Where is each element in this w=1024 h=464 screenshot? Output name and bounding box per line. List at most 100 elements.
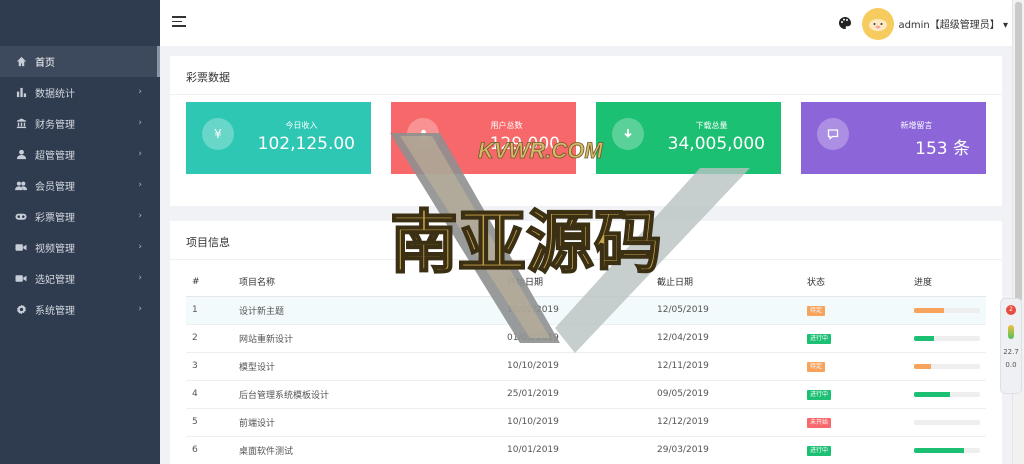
stat-value: 129,000 xyxy=(489,134,560,154)
table-row[interactable]: 5 前端设计 10/10/2019 12/12/2019 未开始 xyxy=(186,408,986,437)
row-number: 3 xyxy=(186,352,233,381)
sidebar-item[interactable]: 视频管理 › xyxy=(0,232,160,263)
progress-cell xyxy=(908,324,986,353)
panel-title: 彩票数据 xyxy=(186,71,230,84)
project-info-panel: 项目信息 # 项目名称 开始日期 截止日期 状态 进度 1 设计新主题 10/02/2019 1… xyxy=(170,221,1002,464)
progress-fill xyxy=(914,335,934,341)
status-badge: 待定 xyxy=(807,361,826,372)
lottery-data-panel: 彩票数据 ¥ 今日收入 102,125.00 用户总数 129,000 下载总量 34,00… xyxy=(170,56,1002,206)
sidebar-item[interactable]: 财务管理 › xyxy=(0,108,160,139)
chevron-right-icon: › xyxy=(138,242,142,252)
table-row[interactable]: 1 设计新主题 10/02/2019 12/05/2019 待定 xyxy=(186,296,986,325)
stat-card[interactable]: 新增留言 153 条 xyxy=(801,102,986,174)
speed-widget[interactable]: 2 22.7 0.0 xyxy=(1000,298,1022,394)
project-name: 桌面软件测试 xyxy=(233,436,501,464)
sidebar-item[interactable]: 超管管理 › xyxy=(0,139,160,170)
table-row[interactable]: 3 模型设计 10/10/2019 12/11/2019 待定 xyxy=(186,352,986,381)
project-name: 网站重新设计 xyxy=(233,324,501,353)
yen-icon: ¥ xyxy=(202,118,234,150)
start-date: 10/10/2019 xyxy=(501,352,651,381)
sidebar-item-label: 首页 xyxy=(35,58,55,69)
avatar[interactable] xyxy=(862,8,894,40)
status-cell: 待定 xyxy=(801,296,908,325)
start-date: 01/03/2019 xyxy=(501,324,651,353)
status-badge: 待定 xyxy=(807,305,826,316)
chevron-right-icon: › xyxy=(138,118,142,128)
progress-fill xyxy=(914,447,964,453)
table-row[interactable]: 6 桌面软件测试 10/01/2019 29/03/2019 进行中 xyxy=(186,436,986,464)
status-badge: 进行中 xyxy=(807,333,832,344)
stat-label: 新增留言 xyxy=(900,121,933,130)
palette-icon[interactable] xyxy=(838,15,852,29)
sidebar-item-label: 财务管理 xyxy=(35,120,75,131)
sidebar-item[interactable]: 首页 xyxy=(0,46,160,77)
level-icon xyxy=(1008,325,1014,339)
user-icon xyxy=(15,149,27,161)
start-date: 10/02/2019 xyxy=(501,296,651,325)
stat-value: 102,125.00 xyxy=(257,134,355,154)
sidebar-menu: 首页 数据统计 › 财务管理 › 超管管理 › 会员管理 › 彩票管理 › 视频管理 › 选妃管理 › 系统管… xyxy=(0,46,160,325)
end-date: 12/11/2019 xyxy=(651,352,801,381)
end-date: 09/05/2019 xyxy=(651,380,801,409)
sidebar-item[interactable]: 数据统计 › xyxy=(0,77,160,108)
sidebar-item-label: 数据统计 xyxy=(35,89,75,100)
divider xyxy=(170,94,1002,95)
sidebar-item[interactable]: 选妃管理 › xyxy=(0,263,160,294)
bank-icon xyxy=(15,118,27,130)
row-number: 2 xyxy=(186,324,233,353)
column-header: 项目名称 xyxy=(233,268,501,297)
project-name: 后台管理系统模板设计 xyxy=(233,380,501,409)
panel-title: 项目信息 xyxy=(186,236,230,249)
projects-table: # 项目名称 开始日期 截止日期 状态 进度 1 设计新主题 10/02/2019 12/05/… xyxy=(186,268,986,464)
progress-cell xyxy=(908,408,986,437)
divider xyxy=(170,259,1002,260)
username-label: admin【超级管理员】 xyxy=(898,20,1000,31)
stat-label: 用户总数 xyxy=(490,121,523,130)
status-cell: 未开始 xyxy=(801,408,908,437)
progress-fill xyxy=(914,363,931,369)
stat-card[interactable]: 用户总数 129,000 xyxy=(391,102,576,174)
comment-icon xyxy=(817,118,849,150)
chevron-right-icon: › xyxy=(138,304,142,314)
video-icon xyxy=(15,273,27,285)
stat-card[interactable]: ¥ 今日收入 102,125.00 xyxy=(186,102,371,174)
gamepad-icon xyxy=(15,211,27,223)
sidebar-item-label: 选妃管理 xyxy=(35,275,75,286)
sidebar-item-label: 彩票管理 xyxy=(35,213,75,224)
column-header: 开始日期 xyxy=(501,268,651,297)
progress-cell xyxy=(908,296,986,325)
table-row[interactable]: 4 后台管理系统模板设计 25/01/2019 09/05/2019 进行中 xyxy=(186,380,986,409)
sidebar-item[interactable]: 会员管理 › xyxy=(0,170,160,201)
progress-fill xyxy=(914,307,944,313)
stat-label: 今日收入 xyxy=(285,121,318,130)
status-badge: 进行中 xyxy=(807,445,832,456)
sidebar-item-label: 视频管理 xyxy=(35,244,75,255)
sidebar-item[interactable]: 彩票管理 › xyxy=(0,201,160,232)
notification-badge: 2 xyxy=(1006,305,1016,315)
menu-toggle-icon[interactable] xyxy=(172,16,186,28)
home-icon xyxy=(15,56,27,68)
chevron-right-icon: › xyxy=(138,211,142,221)
sidebar-item[interactable]: 系统管理 › xyxy=(0,294,160,325)
sidebar: 首页 数据统计 › 财务管理 › 超管管理 › 会员管理 › 彩票管理 › 视频管理 › 选妃管理 › 系统管… xyxy=(0,0,160,464)
stat-card[interactable]: 下载总量 34,005,000 xyxy=(596,102,781,174)
users-icon xyxy=(15,180,27,192)
stat-value: 34,005,000 xyxy=(667,134,765,154)
progress-fill xyxy=(914,391,951,397)
end-date: 12/04/2019 xyxy=(651,324,801,353)
scrollbar-thumb[interactable] xyxy=(1015,2,1022,302)
stat-value: 153 条 xyxy=(915,139,970,159)
progress-bar xyxy=(914,307,980,313)
chevron-right-icon: › xyxy=(138,273,142,283)
table-row[interactable]: 2 网站重新设计 01/03/2019 12/04/2019 进行中 xyxy=(186,324,986,353)
table-header-row: # 项目名称 开始日期 截止日期 状态 进度 xyxy=(186,268,986,297)
top-header: admin【超级管理员】 ▾ xyxy=(160,0,1012,46)
user-menu[interactable]: admin【超级管理员】 ▾ xyxy=(898,16,1008,31)
sidebar-item-label: 会员管理 xyxy=(35,182,75,193)
page-scrollbar[interactable] xyxy=(1012,0,1024,464)
status-cell: 进行中 xyxy=(801,436,908,464)
end-date: 12/05/2019 xyxy=(651,296,801,325)
sidebar-item-label: 系统管理 xyxy=(35,306,75,317)
caret-down-icon: ▾ xyxy=(1002,20,1008,31)
progress-cell xyxy=(908,380,986,409)
